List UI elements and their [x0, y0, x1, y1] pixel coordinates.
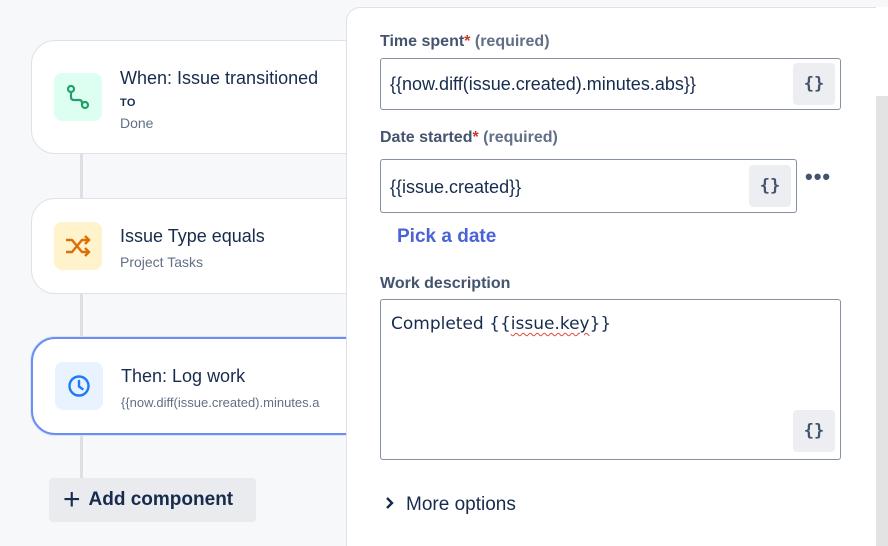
action-value: {{now.diff(issue.created).minutes.a — [121, 395, 320, 410]
connector-line — [80, 432, 83, 480]
action-card[interactable]: Then: Log work {{now.diff(issue.created)… — [31, 337, 371, 435]
chevron-right-icon — [384, 493, 406, 516]
trigger-status: Done — [120, 115, 154, 131]
smart-value-button[interactable]: {} — [793, 410, 835, 452]
smart-value-button[interactable]: {} — [749, 165, 791, 207]
more-options-label: More options — [406, 493, 516, 515]
work-description-label: Work description — [380, 275, 511, 292]
work-description-textarea[interactable]: Completed {{issue.key}} {} — [380, 299, 841, 460]
plus-icon: + — [63, 483, 81, 516]
connector-line — [80, 152, 83, 200]
connector-line — [80, 292, 83, 340]
clock-icon — [55, 362, 103, 410]
trigger-title: When: Issue transitioned — [120, 68, 319, 88]
date-started-input[interactable]: {{issue.created}} {} — [380, 159, 797, 213]
action-title: Then: Log work — [121, 366, 246, 386]
scrollbar-thumb[interactable] — [876, 96, 888, 546]
date-started-value: {{issue.created}} — [390, 177, 522, 197]
condition-card[interactable]: Issue Type equals Project Tasks — [31, 198, 371, 294]
transition-icon — [54, 73, 102, 121]
trigger-to-label: TO — [120, 97, 136, 109]
condition-value: Project Tasks — [120, 254, 203, 270]
date-started-label: Date started* (required) — [380, 129, 558, 146]
smart-value-button[interactable]: {} — [793, 63, 835, 105]
more-actions-icon[interactable]: ••• — [805, 164, 831, 190]
pick-a-date-link[interactable]: Pick a date — [397, 226, 496, 248]
spellcheck-underline: issue.key — [510, 314, 590, 334]
shuffle-icon — [54, 222, 102, 270]
time-spent-input[interactable]: {{now.diff(issue.created).minutes.abs}} … — [380, 58, 841, 110]
work-description-value: Completed {{issue.key}} — [391, 314, 612, 334]
time-spent-value: {{now.diff(issue.created).minutes.abs}} — [390, 74, 696, 94]
time-spent-label: Time spent* (required) — [380, 33, 550, 50]
more-options-toggle[interactable]: More options — [384, 493, 516, 516]
add-component-label: Add component — [88, 489, 234, 510]
add-component-button[interactable]: + Add component — [49, 478, 256, 522]
condition-title: Issue Type equals — [120, 226, 265, 246]
trigger-card[interactable]: When: Issue transitioned TO Done — [31, 40, 371, 154]
